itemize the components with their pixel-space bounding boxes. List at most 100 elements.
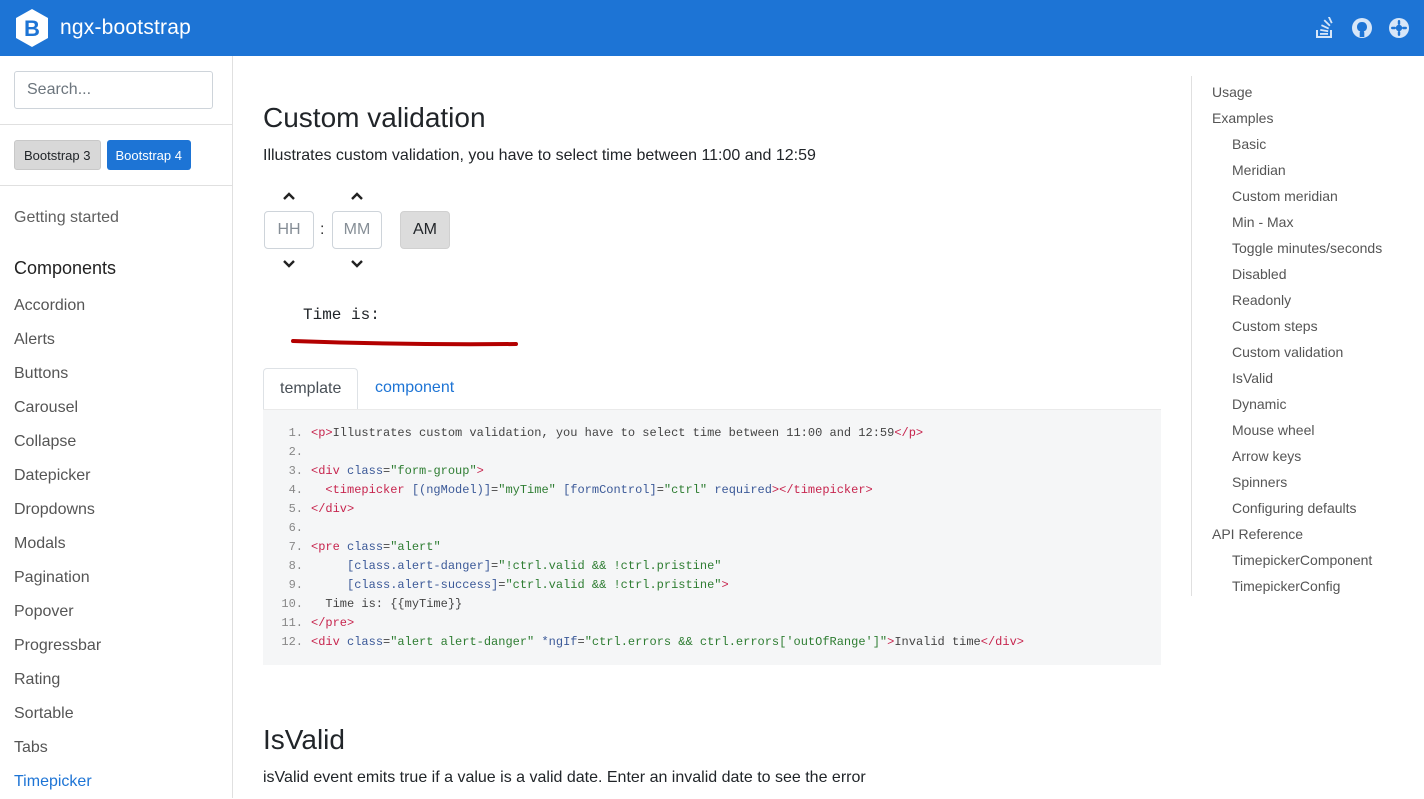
line-number: 2. [288, 445, 303, 459]
stackoverflow-icon[interactable] [1313, 16, 1337, 40]
sidebar-item-carousel[interactable]: Carousel [14, 391, 232, 425]
brand-name[interactable]: ngx-bootstrap [60, 16, 191, 40]
code-token: class [347, 635, 384, 649]
nav-getting-started[interactable]: Getting started [0, 186, 232, 248]
sidebar-item-buttons[interactable]: Buttons [14, 357, 232, 391]
sidebar-item-progressbar[interactable]: Progressbar [14, 629, 232, 663]
sidebar-item-alerts[interactable]: Alerts [14, 323, 232, 357]
top-icons [1313, 0, 1424, 56]
toc-item-spinners[interactable]: Spinners [1192, 469, 1424, 495]
time-output: Time is: [303, 306, 380, 324]
toc-item-timepickercomponent[interactable]: TimepickerComponent [1192, 547, 1424, 573]
search-input[interactable] [14, 71, 213, 109]
code-token: class [347, 540, 384, 554]
line-number: 4. [288, 483, 303, 497]
code-token: <div [311, 635, 348, 649]
toc-item-timepickerconfig[interactable]: TimepickerConfig [1192, 573, 1424, 599]
minutes-decrement-icon[interactable] [349, 258, 365, 270]
toc-item-readonly[interactable]: Readonly [1192, 287, 1424, 313]
code-line: 10. Time is: {{myTime}} [263, 595, 1161, 614]
minutes-input[interactable] [332, 211, 382, 249]
code-text: <p>Illustrates custom validation, you ha… [311, 424, 923, 443]
code-token: </div> [311, 502, 355, 516]
bootstrap4-button[interactable]: Bootstrap 4 [106, 140, 191, 170]
time-separator: : [320, 221, 325, 238]
code-token: <pre [311, 540, 348, 554]
section-title-custom-validation: Custom validation [263, 102, 486, 133]
toc-item-isvalid[interactable]: IsValid [1192, 365, 1424, 391]
line-number: 9. [288, 578, 303, 592]
tab-template[interactable]: template [263, 368, 359, 410]
toc-item-examples[interactable]: Examples [1192, 105, 1424, 131]
hours-decrement-icon[interactable] [281, 258, 297, 270]
toc-item-api-reference[interactable]: API Reference [1192, 521, 1424, 547]
tab-component[interactable]: component [359, 368, 470, 410]
line-number: 10. [281, 597, 303, 611]
sidebar-item-timepicker[interactable]: Timepicker [14, 765, 232, 799]
toc-item-min-max[interactable]: Min - Max [1192, 209, 1424, 235]
brand-letter: B [24, 16, 40, 41]
github-icon[interactable] [1350, 16, 1374, 40]
brand[interactable]: B ngx-bootstrap [14, 8, 191, 48]
meridian-toggle-button[interactable]: AM [400, 211, 450, 249]
code-line: 7. <pre class="alert" [263, 538, 1161, 557]
toc-item-custom-steps[interactable]: Custom steps [1192, 313, 1424, 339]
code-line: 12. <div class = "alert alert-danger" *ngIf… [263, 633, 1161, 652]
code-token: <timepicker [325, 483, 412, 497]
top-navbar: B ngx-bootstrap [0, 0, 1424, 56]
toc-item-custom-validation[interactable]: Custom validation [1192, 339, 1424, 365]
code-text: </pre> [311, 614, 354, 633]
toc-item-mouse-wheel[interactable]: Mouse wheel [1192, 417, 1424, 443]
slack-icon[interactable] [1387, 16, 1411, 40]
code-token: class [347, 464, 384, 478]
code-text: Time is: {{myTime}} [311, 595, 462, 614]
code-token: </div> [980, 635, 1024, 649]
sidebar-item-collapse[interactable]: Collapse [14, 425, 232, 459]
toc-item-meridian[interactable]: Meridian [1192, 157, 1424, 183]
line-number: 7. [288, 540, 303, 554]
sidebar-item-accordion[interactable]: Accordion [14, 289, 232, 323]
code-token: <div [311, 464, 348, 478]
code-text: [class.alert-success]="ctrl.valid && !ct… [311, 576, 729, 595]
code-text: </div> [311, 500, 354, 519]
code-tabs: template component [263, 368, 1161, 410]
toc-item-usage[interactable]: Usage [1192, 79, 1424, 105]
code-text: <div class="form-group"> [311, 462, 484, 481]
hours-input[interactable] [264, 211, 314, 249]
code-text: <pre class="alert" [311, 538, 441, 557]
code-line: 3. <div class="form-group"> [263, 462, 1161, 481]
code-token: "ctrl.valid && !ctrl.pristine" [505, 578, 722, 592]
hours-increment-icon[interactable] [281, 190, 297, 202]
nav-components-heading: Components [14, 258, 117, 278]
sidebar-item-popover[interactable]: Popover [14, 595, 232, 629]
bootstrap3-button[interactable]: Bootstrap 3 [14, 140, 101, 170]
sidebar-item-sortable[interactable]: Sortable [14, 697, 232, 731]
code-token: "alert" [390, 540, 441, 554]
toc-list: Usage Examples Basic Meridian Custom meridia… [1192, 76, 1424, 599]
toc-item-configuring-defaults[interactable]: Configuring defaults [1192, 495, 1424, 521]
toc-item-toggle-minutes-seconds[interactable]: Toggle minutes/seconds [1192, 235, 1424, 261]
code-line: 11. </pre> [263, 614, 1161, 633]
line-number: 6. [288, 521, 303, 535]
sidebar-item-rating[interactable]: Rating [14, 663, 232, 697]
sidebar-item-tabs[interactable]: Tabs [14, 731, 232, 765]
sidebar: Bootstrap 3 Bootstrap 4 Getting started … [0, 56, 233, 798]
code-text: <timepicker [(ngModel)] = "myTime" [formCo… [311, 481, 872, 500]
sidebar-item-datepicker[interactable]: Datepicker [14, 459, 232, 493]
toc-item-disabled[interactable]: Disabled [1192, 261, 1424, 287]
toc-item-dynamic[interactable]: Dynamic [1192, 391, 1424, 417]
sidebar-item-dropdowns[interactable]: Dropdowns [14, 493, 232, 527]
code-token: = [577, 635, 585, 649]
sidebar-item-pagination[interactable]: Pagination [14, 561, 232, 595]
minutes-increment-icon[interactable] [349, 190, 365, 202]
toc-item-arrow-keys[interactable]: Arrow keys [1192, 443, 1424, 469]
sidebar-item-modals[interactable]: Modals [14, 527, 232, 561]
table-of-contents: Usage Examples Basic Meridian Custom meridia… [1191, 76, 1424, 596]
code-line: 6. [263, 519, 1161, 538]
search-container [0, 56, 232, 125]
line-number: 12. [281, 635, 303, 649]
toc-item-basic[interactable]: Basic [1192, 131, 1424, 157]
toc-item-custom-meridian[interactable]: Custom meridian [1192, 183, 1424, 209]
